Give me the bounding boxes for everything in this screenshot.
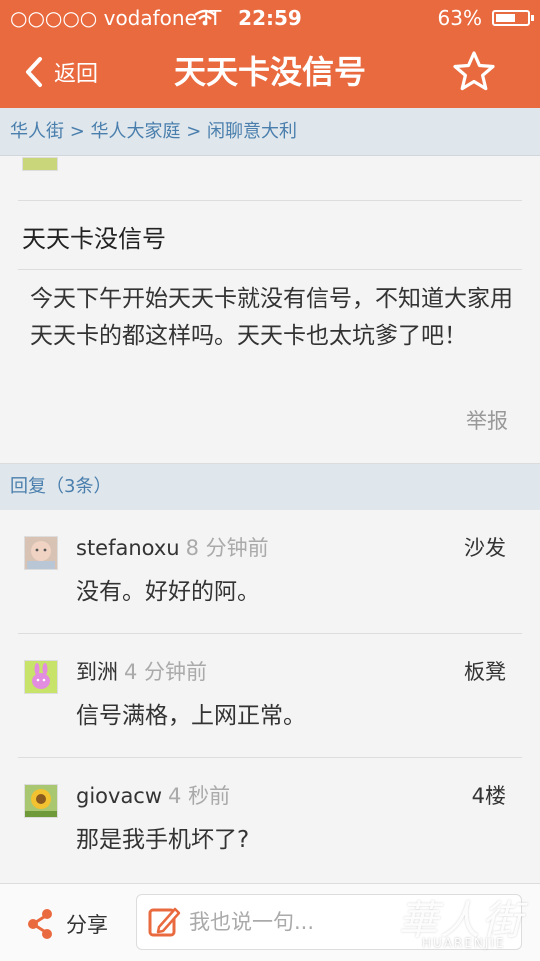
reply-item: 到洲 4 分钟前 板凳 信号满格，上网正常。 — [0, 634, 540, 758]
back-button[interactable]: 返回 — [24, 48, 98, 96]
avatar[interactable] — [24, 660, 58, 694]
star-icon — [453, 51, 495, 91]
reply-username[interactable]: 到洲 — [76, 660, 118, 684]
share-icon — [28, 909, 52, 939]
author-avatar — [22, 157, 58, 171]
reply-time: 4 秒前 — [168, 784, 231, 808]
battery-percent: 63% — [437, 6, 482, 30]
post-title: 天天卡没信号 — [22, 225, 166, 253]
reply-content: 信号满格，上网正常。 — [76, 703, 306, 729]
reply-item: stefanoxu 8 分钟前 沙发 没有。好好的阿。 — [0, 510, 540, 634]
reply-list: stefanoxu 8 分钟前 沙发 没有。好好的阿。 到洲 4 分钟前 板凳 信号… — [0, 510, 540, 882]
replies-header: 回复（3条） — [0, 464, 540, 510]
status-bar: ○○○○○ vodafone IT 22:59 63% — [0, 0, 540, 36]
rabbit-avatar-image — [25, 661, 57, 693]
battery-icon — [492, 10, 534, 26]
sunflower-avatar-image — [25, 785, 57, 817]
post-body: 今天下午开始天天卡就没有信号，不知道大家用天天卡的都这样吗。天天卡也太坑爹了吧！ — [30, 286, 513, 349]
nav-bar: 返回 天天卡没信号 — [0, 36, 540, 108]
reply-floor: 4楼 — [471, 784, 506, 808]
divider — [18, 200, 522, 201]
share-button[interactable]: 分享 — [26, 904, 108, 944]
back-label: 返回 — [54, 62, 99, 87]
reply-time: 4 分钟前 — [124, 660, 208, 684]
app-header: ○○○○○ vodafone IT 22:59 63% 返回 天天卡没信号 — [0, 0, 540, 108]
reply-content: 没有。好好的阿。 — [76, 579, 260, 605]
comment-input[interactable] — [189, 903, 429, 941]
reply-time: 8 分钟前 — [185, 536, 269, 560]
favorite-button[interactable] — [452, 50, 500, 94]
report-button[interactable]: 举报 — [466, 405, 508, 435]
chevron-left-icon — [26, 57, 42, 87]
avatar[interactable] — [24, 536, 58, 570]
avatar[interactable] — [24, 784, 58, 818]
post: 天天卡没信号 今天下午开始天天卡就没有信号，不知道大家用天天卡的都这样吗。天天卡… — [0, 157, 540, 464]
divider — [18, 269, 522, 270]
reply-item: giovacw 4 秒前 4楼 那是我手机坏了? — [0, 758, 540, 882]
breadcrumb[interactable]: 华人街 > 华人大家庭 > 闲聊意大利 — [0, 108, 540, 156]
baby-avatar-image — [25, 537, 57, 569]
reply-username[interactable]: giovacw — [76, 784, 162, 808]
reply-floor: 沙发 — [464, 536, 506, 560]
reply-floor: 板凳 — [464, 660, 506, 684]
edit-icon — [148, 907, 181, 937]
bottom-bar: 分享 — [0, 883, 540, 961]
share-label: 分享 — [66, 913, 108, 937]
reply-username[interactable]: stefanoxu — [76, 536, 180, 560]
reply-content: 那是我手机坏了? — [76, 827, 250, 853]
comment-box[interactable] — [136, 894, 522, 950]
